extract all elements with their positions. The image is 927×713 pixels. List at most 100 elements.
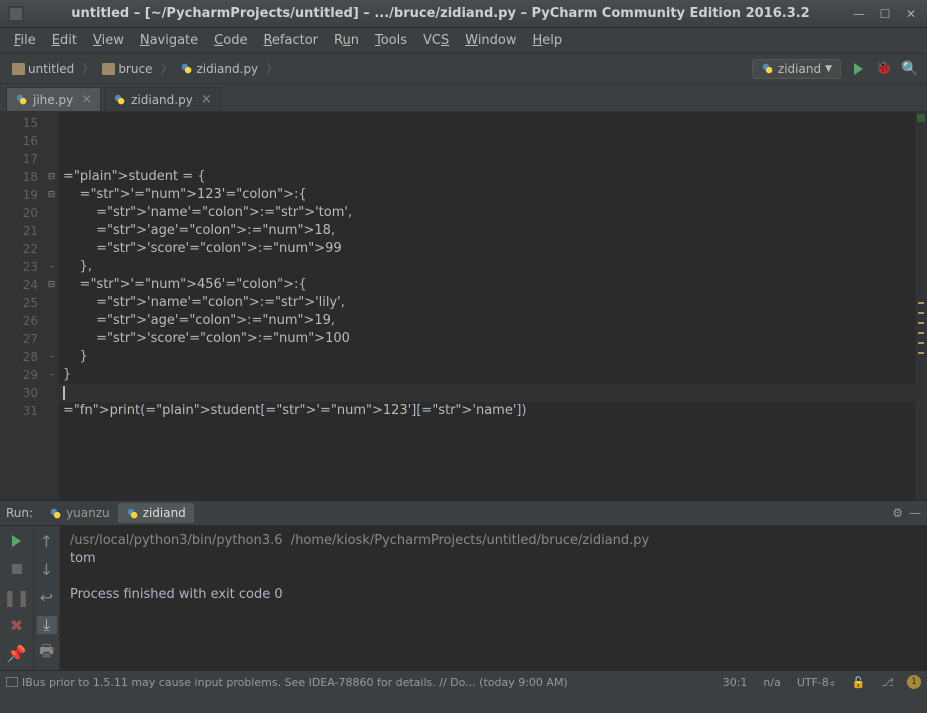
pin-button[interactable]: 📌	[7, 644, 27, 662]
insert-mode: n/a	[760, 676, 783, 689]
pause-icon: ❚❚	[3, 588, 30, 607]
run-tab-zidiand[interactable]: zidiand	[118, 503, 194, 523]
gear-icon[interactable]: ⚙	[892, 506, 903, 520]
code-editor[interactable]: 1516171819202122232425262728293031 ⊟⊟–⊟–…	[0, 112, 927, 500]
git-icon[interactable]: ⎇	[878, 676, 897, 689]
close-panel-button[interactable]: ✖	[7, 616, 27, 634]
play-icon	[12, 535, 21, 547]
window-title: untitled – [~/PycharmProjects/untitled] …	[30, 6, 851, 21]
warning-marker[interactable]	[918, 302, 924, 304]
menu-edit[interactable]: Edit	[44, 30, 85, 51]
run-panel-label: Run:	[6, 506, 33, 520]
folder-icon	[102, 63, 115, 75]
run-config-label: zidiand	[778, 62, 821, 76]
console-command: /usr/local/python3/bin/python3.6 /home/k…	[70, 533, 649, 548]
python-icon	[180, 62, 193, 75]
console-exit: Process finished with exit code 0	[70, 587, 283, 602]
tab-jihe[interactable]: jihe.py ×	[6, 87, 101, 111]
menu-help[interactable]: Help	[525, 30, 571, 51]
python-icon	[49, 507, 62, 520]
tab-label: zidiand.py	[131, 93, 193, 107]
editor-tabs: jihe.py × zidiand.py ×	[0, 84, 927, 112]
scroll-to-end-button[interactable]: ⤓	[37, 616, 57, 634]
debug-button[interactable]: 🐞	[875, 60, 893, 78]
stop-icon	[12, 564, 22, 574]
error-stripe[interactable]	[915, 112, 927, 500]
play-icon	[854, 63, 863, 75]
up-stacktrace-button[interactable]: ↑	[37, 532, 57, 550]
stop-button[interactable]	[7, 560, 27, 578]
scroll-end-icon: ⤓	[43, 615, 50, 635]
app-icon	[8, 6, 24, 22]
fold-gutter[interactable]: ⊟⊟–⊟––	[45, 112, 59, 500]
warning-marker[interactable]	[918, 332, 924, 334]
warning-marker[interactable]	[918, 312, 924, 314]
window-titlebar: untitled – [~/PycharmProjects/untitled] …	[0, 0, 927, 28]
python-icon	[15, 93, 28, 106]
menu-window[interactable]: Window	[457, 30, 524, 51]
warning-marker[interactable]	[918, 342, 924, 344]
warning-marker[interactable]	[918, 322, 924, 324]
status-bar: IBus prior to 1.5.11 may cause input pro…	[0, 670, 927, 693]
tab-zidiand[interactable]: zidiand.py ×	[104, 87, 221, 111]
menu-code[interactable]: Code	[206, 30, 255, 51]
chevron-right-icon: 〉	[82, 60, 94, 77]
file-encoding[interactable]: UTF-8≑	[794, 676, 839, 689]
breadcrumb-project[interactable]: untitled	[8, 60, 78, 78]
menu-navigate[interactable]: Navigate	[132, 30, 206, 51]
pause-button[interactable]: ❚❚	[7, 588, 27, 606]
chevron-down-icon: ▼	[825, 64, 832, 74]
menu-vcs[interactable]: VCS	[415, 30, 457, 51]
console-stdout: tom	[70, 551, 96, 566]
search-everywhere-button[interactable]: 🔍	[901, 60, 919, 78]
line-number-gutter: 1516171819202122232425262728293031	[0, 112, 45, 500]
menu-run[interactable]: Run	[326, 30, 367, 51]
soft-wrap-button[interactable]: ↩	[37, 588, 57, 606]
inspection-indicator-icon[interactable]	[917, 114, 925, 122]
chevron-right-icon: 〉	[266, 60, 278, 77]
menu-view[interactable]: View	[85, 30, 132, 51]
down-stacktrace-button[interactable]: ↓	[37, 560, 57, 578]
menu-bar: File Edit View Navigate Code Refactor Ru…	[0, 28, 927, 54]
breadcrumb-label: bruce	[118, 62, 152, 76]
tab-label: jihe.py	[33, 93, 73, 107]
minimize-panel-icon[interactable]: —	[909, 506, 921, 520]
python-icon	[126, 507, 139, 520]
breadcrumb-label: zidiand.py	[196, 62, 258, 76]
chevron-right-icon: 〉	[160, 60, 172, 77]
run-configuration-selector[interactable]: zidiand ▼	[752, 59, 841, 79]
readonly-lock-icon[interactable]: 🔓	[849, 676, 869, 689]
run-tab-yuanzu[interactable]: yuanzu	[41, 503, 118, 523]
arrow-down-icon: ↓	[40, 560, 53, 579]
menu-refactor[interactable]: Refactor	[255, 30, 326, 51]
toolwindow-icon[interactable]	[6, 677, 18, 687]
code-area[interactable]: ="plain">student = { ="str">'="num">123'…	[59, 112, 927, 500]
run-tab-label: yuanzu	[66, 506, 110, 520]
caret-position[interactable]: 30:1	[720, 676, 751, 689]
console-output[interactable]: /usr/local/python3/bin/python3.6 /home/k…	[60, 526, 927, 670]
navigation-toolbar: untitled 〉 bruce 〉 zidiand.py 〉 zidiand …	[0, 54, 927, 84]
close-icon[interactable]: ×	[81, 92, 92, 107]
python-icon	[761, 62, 774, 75]
print-button[interactable]: 🖶	[37, 644, 57, 662]
breadcrumb-file[interactable]: zidiand.py	[176, 60, 262, 78]
run-tool-header: Run: yuanzu zidiand ⚙ —	[0, 500, 927, 526]
rerun-button[interactable]	[7, 532, 27, 550]
run-button[interactable]	[849, 60, 867, 78]
breadcrumb-folder[interactable]: bruce	[98, 60, 156, 78]
run-secondary-toolbar: ↑ ↓ ↩ ⤓ 🖶	[34, 526, 60, 670]
close-icon[interactable]: ×	[201, 92, 212, 107]
hector-icon[interactable]: 1	[907, 675, 921, 689]
run-action-toolbar: ❚❚ ✖ 📌	[0, 526, 34, 670]
warning-marker[interactable]	[918, 352, 924, 354]
pin-icon: 📌	[7, 644, 27, 663]
maximize-button[interactable]: ☐	[877, 6, 893, 22]
menu-file[interactable]: File	[6, 30, 44, 51]
python-icon	[113, 93, 126, 106]
close-button[interactable]: ✕	[903, 6, 919, 22]
arrow-up-icon: ↑	[40, 532, 53, 551]
run-tab-label: zidiand	[143, 506, 186, 520]
minimize-button[interactable]: —	[851, 6, 867, 22]
menu-tools[interactable]: Tools	[367, 30, 415, 51]
status-message: IBus prior to 1.5.11 may cause input pro…	[22, 676, 568, 689]
